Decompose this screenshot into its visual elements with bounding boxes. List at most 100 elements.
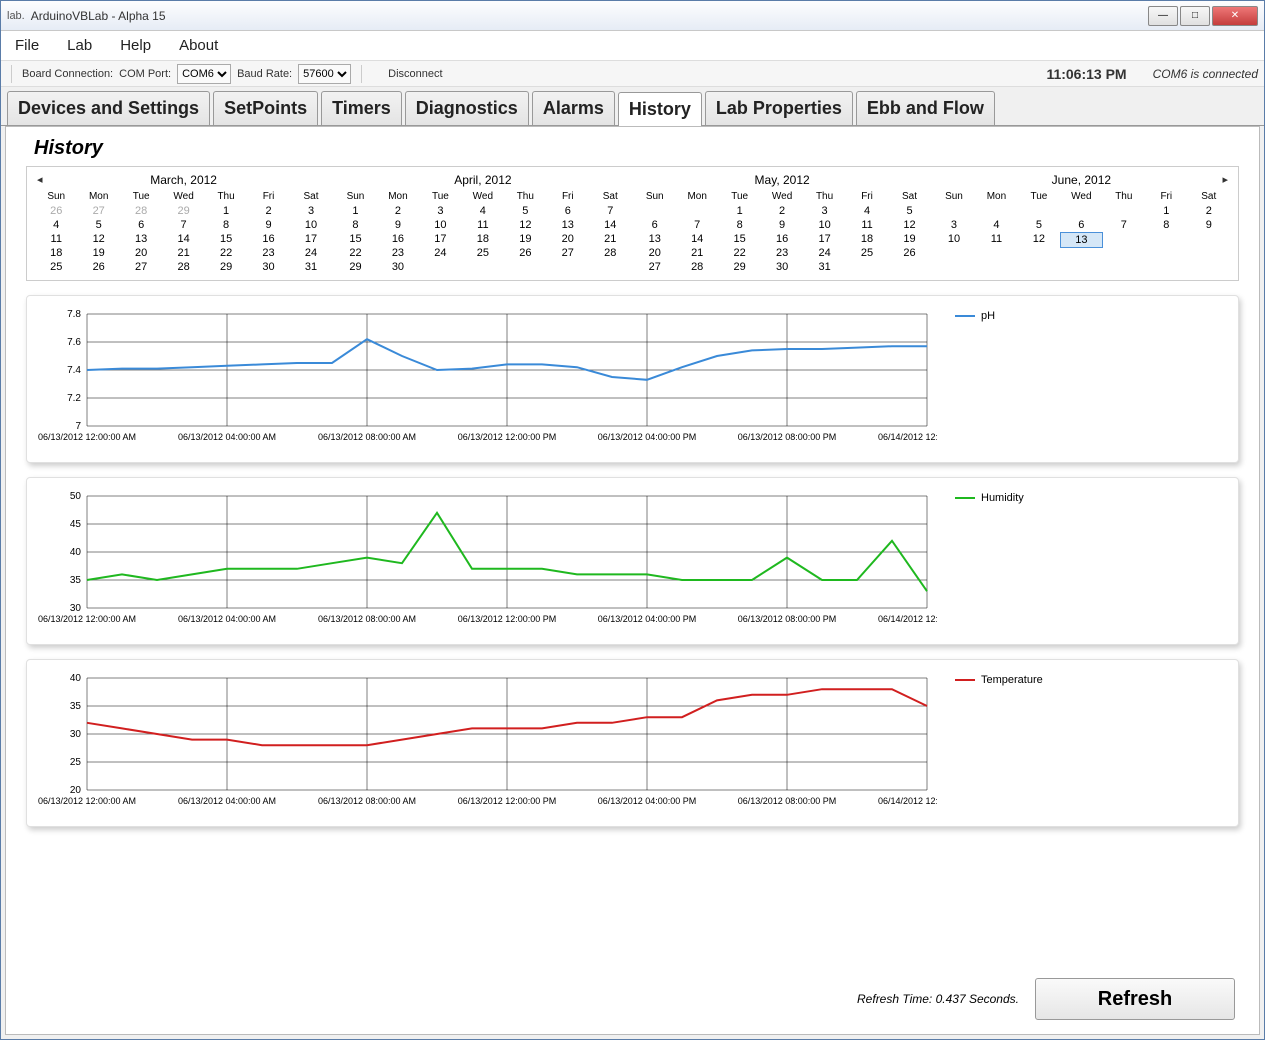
calendar-day[interactable]: 12	[77, 232, 119, 246]
calendar-day[interactable]: 15	[205, 232, 247, 246]
calendar-day[interactable]: 16	[377, 232, 419, 246]
calendar-day[interactable]: 27	[120, 260, 162, 274]
calendar-day[interactable]: 6	[634, 218, 676, 232]
calendar-day[interactable]: 9	[1188, 218, 1230, 232]
calendar-day[interactable]: 29	[205, 260, 247, 274]
menu-file[interactable]: File	[15, 37, 39, 54]
calendar-day[interactable]: 1	[205, 204, 247, 218]
calendar-day[interactable]: 22	[334, 246, 376, 260]
calendar-day[interactable]: 17	[419, 232, 461, 246]
calendar-day[interactable]: 14	[589, 218, 631, 232]
calendar-day[interactable]: 30	[761, 260, 803, 274]
calendar-day[interactable]: 11	[975, 232, 1017, 248]
tab-history[interactable]: History	[618, 92, 702, 126]
calendar-day[interactable]: 9	[377, 218, 419, 232]
calendar-day[interactable]: 16	[247, 232, 289, 246]
disconnect-button[interactable]: Disconnect	[388, 68, 442, 80]
calendar-day[interactable]: 29	[334, 260, 376, 274]
calendar-day[interactable]: 22	[205, 246, 247, 260]
calendar-day[interactable]: 20	[547, 232, 589, 246]
calendar-day[interactable]: 20	[120, 246, 162, 260]
calendar-day[interactable]: 5	[1018, 218, 1060, 232]
calendar-day[interactable]: 6	[547, 204, 589, 218]
tab-timers[interactable]: Timers	[321, 91, 402, 125]
calendar-day[interactable]: 24	[803, 246, 845, 260]
calendar-day[interactable]: 19	[504, 232, 546, 246]
calendar-day[interactable]: 10	[290, 218, 332, 232]
calendar-day[interactable]: 7	[1103, 218, 1145, 232]
refresh-button[interactable]: Refresh	[1035, 978, 1235, 1020]
calendar-day[interactable]: 12	[888, 218, 930, 232]
calendar-day[interactable]: 4	[975, 218, 1017, 232]
calendar-day[interactable]: 26	[35, 204, 77, 218]
calendar-day[interactable]: 23	[761, 246, 803, 260]
calendar-day[interactable]: 12	[504, 218, 546, 232]
calendar-day[interactable]: 25	[846, 246, 888, 260]
calendar-day[interactable]: 3	[419, 204, 461, 218]
menu-help[interactable]: Help	[120, 37, 151, 54]
calendar-day[interactable]: 4	[462, 204, 504, 218]
calendar-day[interactable]: 13	[634, 232, 676, 246]
calendar-day[interactable]: 5	[888, 204, 930, 218]
calendar-day[interactable]: 21	[162, 246, 204, 260]
calendar-prev[interactable]: ◂	[37, 173, 43, 186]
calendar-day[interactable]: 7	[676, 218, 718, 232]
calendar-day[interactable]: 10	[419, 218, 461, 232]
comport-select[interactable]: COM6	[177, 64, 231, 84]
calendar-day[interactable]: 2	[1188, 204, 1230, 218]
menu-lab[interactable]: Lab	[67, 37, 92, 54]
tab-setpoints[interactable]: SetPoints	[213, 91, 318, 125]
calendar-day[interactable]: 3	[290, 204, 332, 218]
calendar-day[interactable]: 6	[120, 218, 162, 232]
calendar-day[interactable]: 11	[846, 218, 888, 232]
calendar-day[interactable]: 12	[1018, 232, 1060, 248]
calendar-day[interactable]: 24	[290, 246, 332, 260]
calendar-day[interactable]: 31	[803, 260, 845, 274]
calendar-day[interactable]: 21	[589, 232, 631, 246]
calendar-day[interactable]: 13	[1060, 232, 1102, 248]
calendar-day[interactable]: 2	[247, 204, 289, 218]
calendar-day[interactable]: 26	[77, 260, 119, 274]
calendar-day[interactable]: 9	[761, 218, 803, 232]
calendar-day[interactable]: 28	[162, 260, 204, 274]
calendar-day[interactable]: 15	[334, 232, 376, 246]
calendar-day[interactable]: 22	[718, 246, 760, 260]
tab-lab-properties[interactable]: Lab Properties	[705, 91, 853, 125]
calendar-day[interactable]: 4	[846, 204, 888, 218]
calendar-day[interactable]: 25	[35, 260, 77, 274]
calendar-day[interactable]: 8	[718, 218, 760, 232]
calendar-day[interactable]: 17	[803, 232, 845, 246]
calendar-day[interactable]: 27	[547, 246, 589, 260]
calendar-day[interactable]: 27	[634, 260, 676, 274]
calendar-day[interactable]: 7	[162, 218, 204, 232]
calendar-day[interactable]: 1	[1145, 204, 1187, 218]
calendar-day[interactable]: 21	[676, 246, 718, 260]
calendar-day[interactable]: 11	[462, 218, 504, 232]
calendar-day[interactable]: 23	[377, 246, 419, 260]
calendar-day[interactable]: 20	[634, 246, 676, 260]
calendar-day[interactable]: 5	[77, 218, 119, 232]
calendar-day[interactable]: 10	[803, 218, 845, 232]
calendar-day[interactable]: 31	[290, 260, 332, 274]
calendar-day[interactable]: 4	[35, 218, 77, 232]
calendar[interactable]: March, 2012◂SunMonTueWedThuFriSat2627282…	[26, 166, 1239, 281]
calendar-day[interactable]: 2	[761, 204, 803, 218]
calendar-day[interactable]: 19	[888, 232, 930, 246]
calendar-day[interactable]: 29	[718, 260, 760, 274]
calendar-day[interactable]: 26	[888, 246, 930, 260]
calendar-day[interactable]: 8	[334, 218, 376, 232]
calendar-day[interactable]: 11	[35, 232, 77, 246]
calendar-day[interactable]: 3	[933, 218, 975, 232]
calendar-day[interactable]: 30	[247, 260, 289, 274]
calendar-day[interactable]: 14	[676, 232, 718, 246]
minimize-button[interactable]: —	[1148, 6, 1178, 26]
close-button[interactable]: ✕	[1212, 6, 1258, 26]
calendar-day[interactable]: 27	[77, 204, 119, 218]
calendar-day[interactable]: 2	[377, 204, 419, 218]
tab-alarms[interactable]: Alarms	[532, 91, 615, 125]
menu-about[interactable]: About	[179, 37, 218, 54]
tab-ebb-flow[interactable]: Ebb and Flow	[856, 91, 995, 125]
calendar-day[interactable]: 17	[290, 232, 332, 246]
maximize-button[interactable]: □	[1180, 6, 1210, 26]
calendar-day[interactable]: 26	[504, 246, 546, 260]
